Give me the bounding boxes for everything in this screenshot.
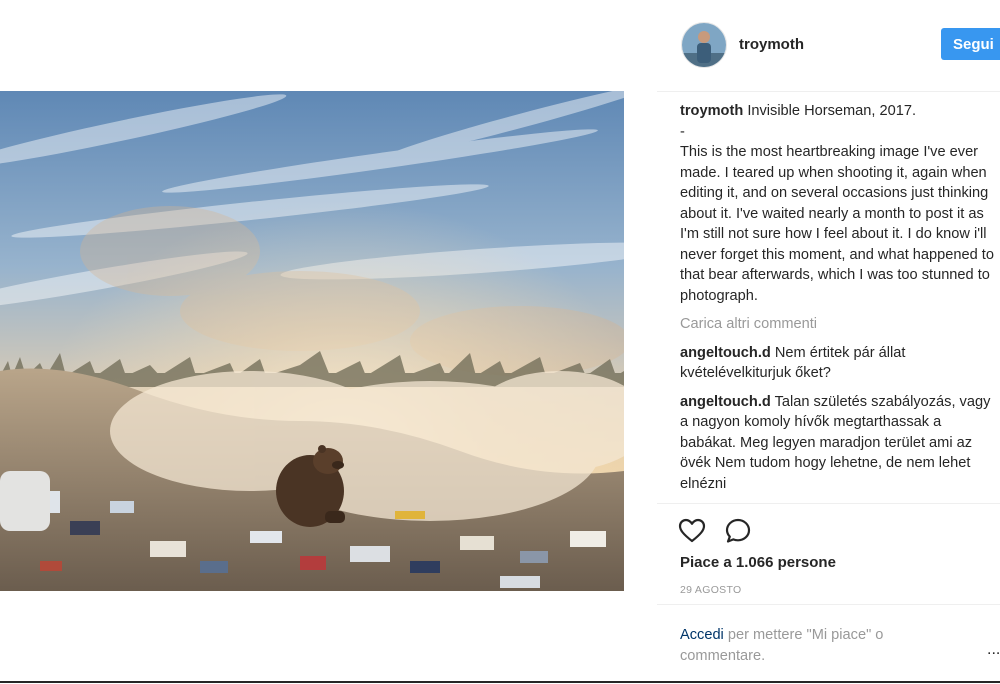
post-header: troymoth Segui <box>657 0 1000 92</box>
follow-button[interactable]: Segui <box>941 28 1000 60</box>
user-avatar-image <box>682 23 726 67</box>
login-prompt: Accedi per mettere "Mi piace" o commenta… <box>657 604 1000 684</box>
header-username[interactable]: troymoth <box>739 36 804 53</box>
likes-count[interactable]: Piace a 1.066 persone <box>680 554 836 571</box>
comment-icon[interactable] <box>723 516 753 546</box>
more-options-icon[interactable]: ... <box>987 641 1000 659</box>
avatar[interactable] <box>681 22 727 68</box>
login-link[interactable]: Accedi <box>680 627 724 643</box>
comment-author[interactable]: troymoth <box>680 103 743 119</box>
comments-list[interactable]: troymoth Invisible Horseman, 2017. - Thi… <box>680 101 995 501</box>
post-details-panel: troymoth Segui troymoth Invisible Horsem… <box>657 0 1000 683</box>
post-photo[interactable] <box>0 91 624 591</box>
login-prompt-text: Accedi per mettere "Mi piace" o commenta… <box>680 625 960 666</box>
comment-item: angeltouch.d Talan születés szabályozás,… <box>680 392 995 495</box>
comment-author[interactable]: angeltouch.d <box>680 394 771 410</box>
heart-icon[interactable] <box>677 516 707 546</box>
comment-text: Invisible Horseman, 2017. - This is the … <box>680 103 994 304</box>
post-date: 29 AGOSTO <box>680 584 742 596</box>
post-actions: Piace a 1.066 persone 29 AGOSTO <box>657 503 1000 604</box>
caption-comment: troymoth Invisible Horseman, 2017. - Thi… <box>680 101 995 306</box>
bear-landfill-image <box>0 91 624 591</box>
load-more-comments-link[interactable]: Carica altri commenti <box>680 314 995 335</box>
comment-author[interactable]: angeltouch.d <box>680 345 771 361</box>
comment-item: angeltouch.d Nem értitek pár állat kvéte… <box>680 343 995 384</box>
